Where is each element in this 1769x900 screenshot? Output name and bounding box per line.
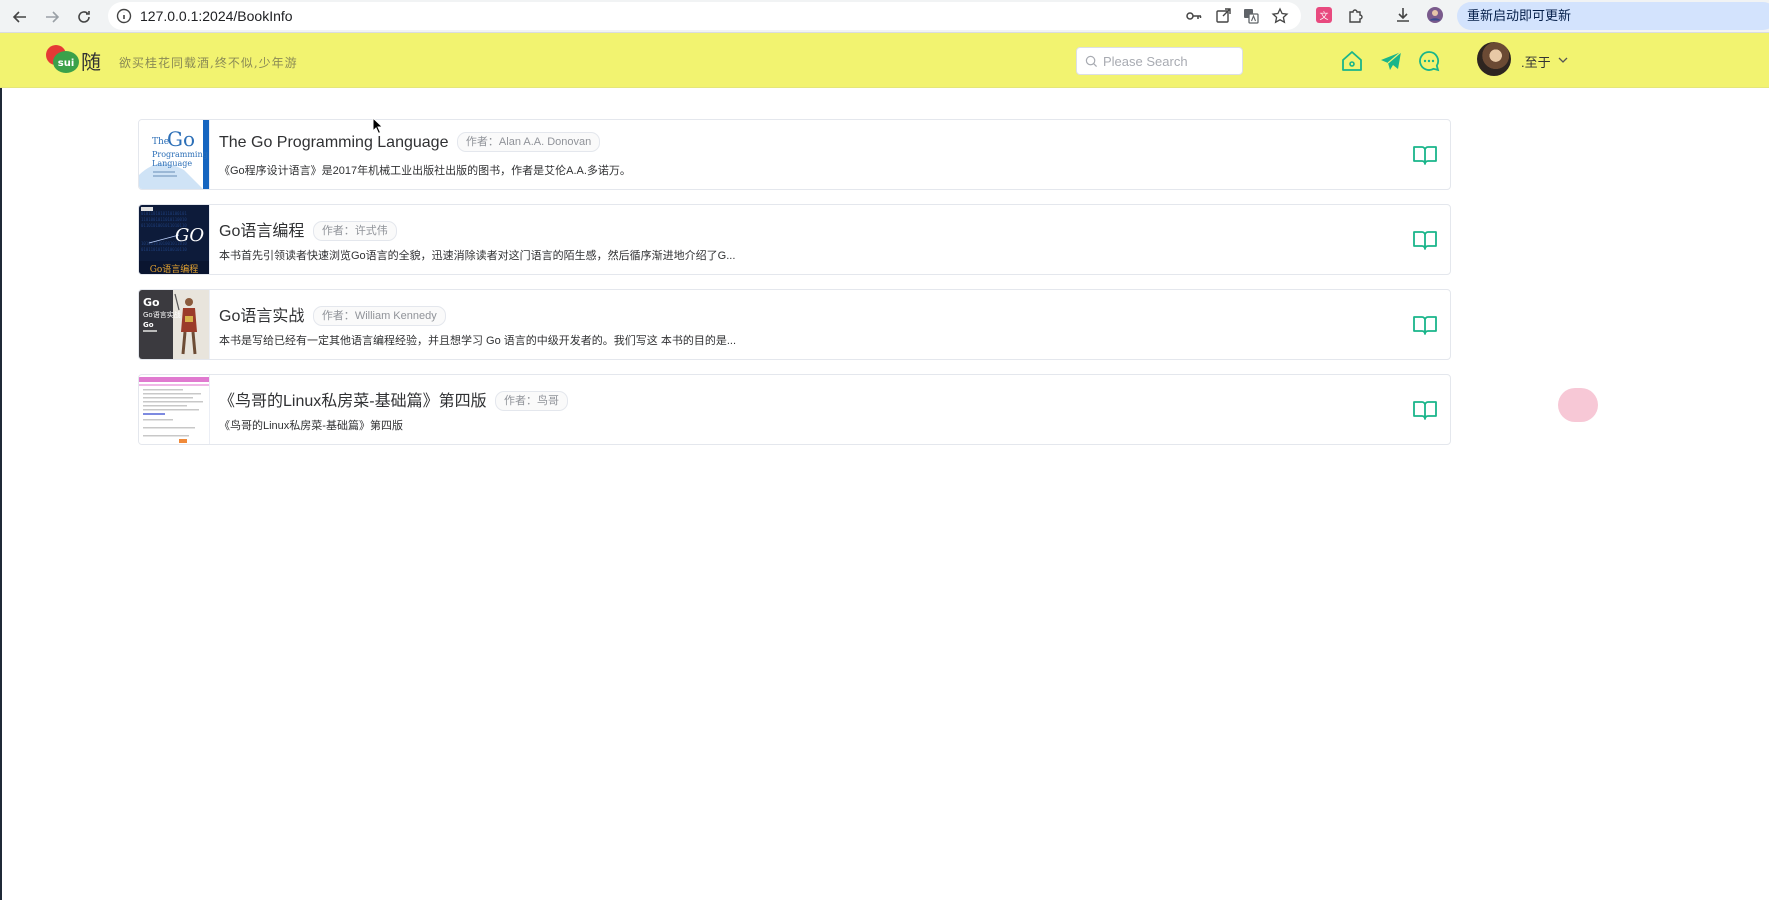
user-name[interactable]: .至于 [1521,52,1551,71]
author-tag: 作者：William Kennedy [312,306,446,326]
open-book-icon[interactable] [1412,397,1438,423]
book-description: 《Go程序设计语言》是2017年机械工业出版社出版的图书，作者是艾伦A.A.多诺… [219,165,631,177]
svg-text:Go: Go [143,296,160,309]
update-button[interactable]: 重新启动即可更新 [1457,2,1769,30]
profile-icon[interactable] [1426,6,1444,24]
book-list: The Go Programming Language The Go Progr… [138,119,1452,459]
password-key-icon[interactable] [1185,7,1203,25]
send-icon[interactable] [1379,49,1403,73]
author-tag: 作者：Alan A.A. Donovan [456,132,601,152]
svg-text:文: 文 [1319,10,1328,22]
book-card[interactable]: Go Go语言实战 Go Go语言实战 作者：William Kennedy 本… [138,289,1451,360]
book-card[interactable]: 《鸟哥的Linux私房菜-基础篇》第四版 作者：鸟哥 《鸟哥的Linux私房菜-… [138,374,1451,445]
avatar[interactable] [1477,42,1511,76]
extension-icon[interactable]: 文 [1315,6,1333,24]
book-title[interactable]: 《鸟哥的Linux私房菜-基础篇》第四版 作者：鸟哥 [219,387,569,411]
floating-assistant-button[interactable] [1558,388,1598,422]
site-info-icon[interactable] [116,8,132,24]
svg-text:Programming: Programming [152,150,208,159]
book-title[interactable]: Go语言实战 作者：William Kennedy [219,302,446,326]
svg-text:Go: Go [143,321,154,329]
browser-toolbar: 127.0.0.1:2024/BookInfo 文 重新启动即可更新 [0,0,1769,33]
book-card[interactable]: 0101101010110100101 1101001011010110010 … [138,204,1451,275]
svg-text:Go: Go [167,127,195,151]
window-edge [0,88,2,900]
search-icon [1085,55,1098,68]
svg-text:GO: GO [175,225,204,246]
open-book-icon[interactable] [1412,227,1438,253]
slogan: 欲买桂花同载酒,终不似,少年游 [119,56,298,70]
mouse-cursor-icon [372,117,384,135]
book-description: 《鸟哥的Linux私房菜-基础篇》第四版 [219,420,403,432]
back-icon[interactable] [9,6,31,28]
forward-icon[interactable] [41,6,63,28]
book-card[interactable]: The Go Programming Language The Go Progr… [138,119,1451,190]
book-title[interactable]: Go语言编程 作者：许式伟 [219,217,397,241]
chevron-down-icon[interactable] [1558,55,1568,65]
puzzle-icon[interactable] [1347,6,1365,24]
svg-text:sui: sui [58,58,75,69]
svg-text:0101101011010010110: 0101101011010010110 [141,247,187,252]
book-description: 本书是写给已经有一定其他语言编程经验，并且想学习 Go 语言的中级开发者的。我们… [219,335,737,347]
book-title[interactable]: The Go Programming Language 作者：Alan A.A.… [219,132,601,152]
home-icon[interactable] [1340,49,1364,73]
download-icon[interactable] [1394,6,1412,24]
address-bar[interactable]: 127.0.0.1:2024/BookInfo [108,2,1301,30]
search-box[interactable] [1076,47,1243,75]
book-cover-image[interactable] [139,375,210,444]
logo-icon[interactable]: sui [45,44,79,74]
svg-text:Go语言编程: Go语言编程 [150,263,199,274]
author-tag: 作者：鸟哥 [495,391,569,411]
book-description: 本书首先引领读者快速浏览Go语言的全貌，迅速消除读者对这门语言的陌生感，然后循序… [219,250,736,262]
book-cover-image[interactable]: The Go Programming Language [139,120,210,189]
logo-character: 随 [81,50,101,74]
app-header: sui 随 欲买桂花同载酒,终不似,少年游 .至于 [0,33,1769,88]
svg-text:1101001011010110010: 1101001011010110010 [141,217,187,222]
translate-icon[interactable] [1242,7,1260,25]
author-tag: 作者：许式伟 [312,221,397,241]
svg-text:0101101010110100101: 0101101010110100101 [141,211,187,216]
open-external-icon[interactable] [1214,7,1232,25]
url-text[interactable]: 127.0.0.1:2024/BookInfo [140,8,293,24]
book-cover-image[interactable]: Go Go语言实战 Go [139,290,210,359]
reload-icon[interactable] [73,6,95,28]
search-input[interactable] [1103,48,1238,74]
open-book-icon[interactable] [1412,142,1438,168]
chat-icon[interactable] [1417,49,1441,73]
bookmark-star-icon[interactable] [1271,7,1289,25]
open-book-icon[interactable] [1412,312,1438,338]
book-cover-image[interactable]: 0101101010110100101 1101001011010110010 … [139,205,210,274]
svg-text:Go语言实战: Go语言实战 [143,310,181,319]
svg-text:Language: Language [152,159,192,168]
